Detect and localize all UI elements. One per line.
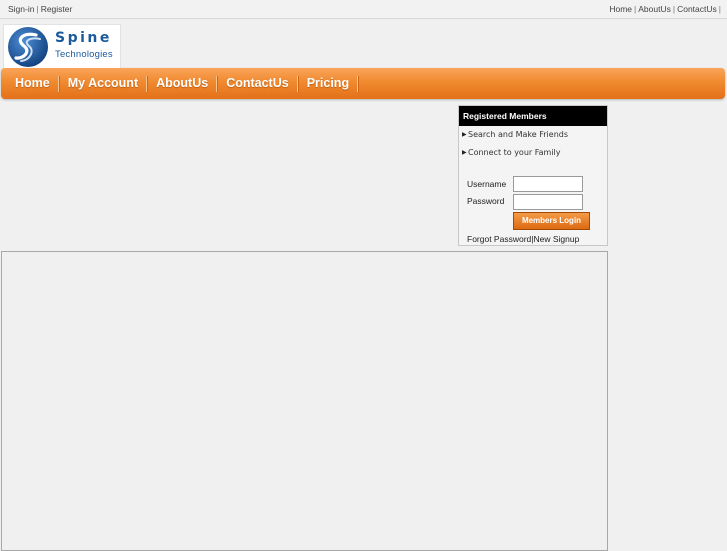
sign-in-link[interactable]: Sign-in (8, 4, 34, 14)
feature-item: ▶Connect to your Family (459, 144, 607, 162)
main-content-frame (1, 251, 608, 551)
members-login-button[interactable]: Members Login (513, 212, 590, 230)
site-logo[interactable]: Spine Technologies (3, 24, 121, 70)
feature-item: ▶Search and Make Friends (459, 126, 607, 144)
members-login-panel: Registered Members ▶Search and Make Frie… (458, 105, 608, 246)
separator: | (718, 4, 721, 14)
top-utility-bar: Sign-in | Register Home | AboutUs | ContactUs | (0, 0, 727, 19)
feature-label: Search and Make Friends (468, 130, 569, 139)
main-navigation: Home My Account AboutUs ContactUs Pricin… (1, 68, 725, 99)
nav-item-my-account: My Account (60, 68, 146, 99)
logo-brand-text: Spine (55, 30, 112, 46)
password-label: Password (467, 196, 505, 206)
username-label: Username (467, 179, 507, 189)
account-links: Sign-in | Register (8, 4, 72, 14)
password-input[interactable] (513, 194, 583, 210)
nav-my-account-link[interactable]: My Account (60, 68, 146, 99)
nav-item-contactus: ContactUs (218, 68, 297, 99)
spine-logo-icon (8, 27, 48, 67)
nav-item-pricing: Pricing (299, 68, 357, 99)
nav-aboutus-link[interactable]: AboutUs (148, 68, 216, 99)
feature-label: Connect to your Family (468, 148, 561, 157)
nav-contactus-link[interactable]: ContactUs (218, 68, 297, 99)
new-signup-link[interactable]: New Signup (533, 234, 579, 244)
nav-divider-line (357, 75, 360, 92)
utility-nav-links: Home | AboutUs | ContactUs | (609, 4, 723, 14)
username-input[interactable] (513, 176, 583, 192)
logo-subtitle-text: Technologies (55, 49, 113, 60)
nav-pricing-link[interactable]: Pricing (299, 68, 357, 99)
register-link[interactable]: Register (41, 4, 73, 14)
utility-home-link[interactable]: Home (609, 4, 632, 14)
account-help-links: Forgot Password|New Signup (467, 234, 579, 244)
nav-divider (357, 75, 360, 92)
nav-home-link[interactable]: Home (1, 68, 58, 99)
panel-title: Registered Members (459, 106, 607, 126)
nav-item-aboutus: AboutUs (148, 68, 216, 99)
utility-contactus-link[interactable]: ContactUs (677, 4, 717, 14)
utility-aboutus-link[interactable]: AboutUs (638, 4, 671, 14)
nav-item-home: Home (1, 68, 58, 99)
forgot-password-link[interactable]: Forgot Password (467, 234, 531, 244)
